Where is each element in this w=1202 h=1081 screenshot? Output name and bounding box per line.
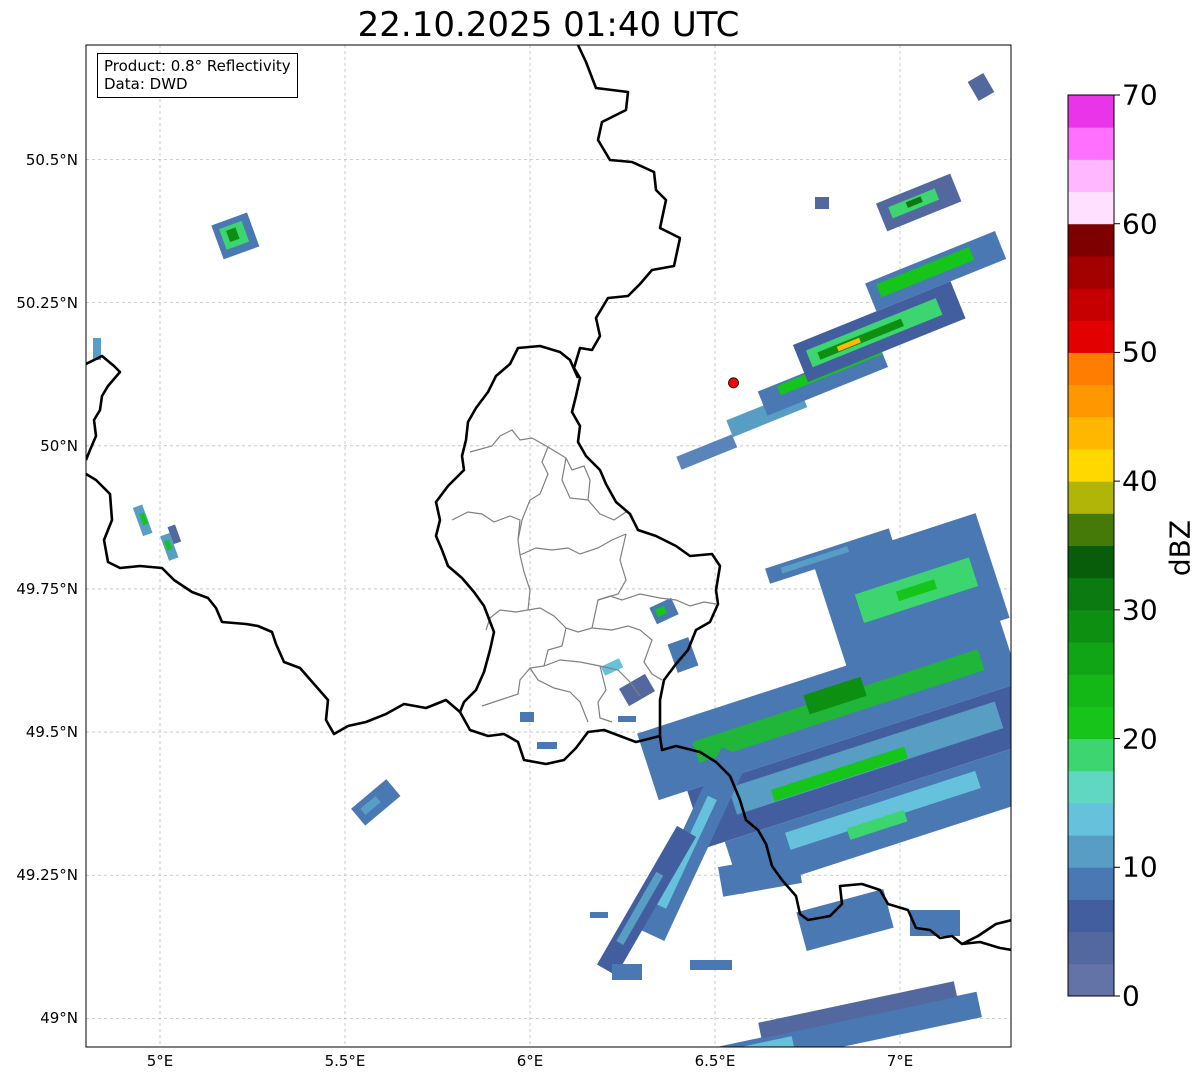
x-tick-label: 6°E	[516, 1052, 544, 1070]
colorbar-tick-label: 60	[1122, 207, 1158, 241]
x-tick-label: 5.5°E	[324, 1052, 366, 1070]
colorbar-segment	[1068, 835, 1114, 868]
colorbar-segment	[1068, 320, 1114, 353]
colorbar-segment	[1068, 545, 1114, 579]
x-tick-label: 5°E	[146, 1052, 174, 1070]
colorbar-tick-label: 0	[1122, 979, 1140, 1013]
colorbar-segment	[1068, 577, 1114, 611]
y-tick-label: 49.75°N	[16, 579, 78, 598]
colorbar-tick-label: 70	[1122, 78, 1158, 112]
y-tick-label: 50°N	[40, 436, 78, 455]
colorbar-segment	[1068, 95, 1114, 128]
colorbar	[1068, 94, 1120, 997]
colorbar-segment	[1068, 352, 1114, 386]
colorbar-segment	[1068, 191, 1114, 225]
y-tick-label: 49.25°N	[16, 866, 78, 885]
x-tick-label: 7°E	[886, 1052, 914, 1070]
colorbar-tick-label: 20	[1122, 722, 1158, 756]
colorbar-segment	[1068, 642, 1114, 675]
colorbar-segment	[1068, 127, 1114, 160]
colorbar-segment	[1068, 448, 1114, 482]
y-tick-label: 49°N	[40, 1009, 78, 1028]
radar-map	[85, 44, 1120, 1048]
x-tick-label: 6.5°E	[694, 1052, 736, 1070]
colorbar-segment	[1068, 674, 1114, 707]
colorbar-segment	[1068, 255, 1114, 289]
colorbar-segment	[1068, 384, 1114, 418]
colorbar-tick-label: 40	[1122, 464, 1158, 498]
colorbar-segment	[1068, 416, 1114, 450]
colorbar-segment	[1068, 802, 1114, 836]
y-tick-label: 49.5°N	[25, 723, 78, 742]
colorbar-segment	[1068, 931, 1114, 965]
colorbar-segment	[1068, 963, 1114, 997]
info-box: Product: 0.8° Reflectivity Data: DWD	[97, 53, 298, 98]
colorbar-tick-label: 50	[1122, 335, 1158, 369]
y-tick-label: 50.25°N	[16, 293, 78, 312]
colorbar-segment	[1068, 223, 1114, 257]
colorbar-label: dBZ	[1163, 519, 1197, 577]
y-tick-label: 50.5°N	[25, 150, 78, 169]
colorbar-segment	[1068, 706, 1114, 740]
reflectivity-echoes	[93, 72, 1011, 1047]
data-source-label: Data: DWD	[104, 75, 188, 93]
admin-boundaries	[451, 429, 717, 723]
colorbar-segment	[1068, 899, 1114, 933]
radar-site-marker	[728, 377, 739, 389]
colorbar-segment	[1068, 159, 1114, 193]
colorbar-tick-label: 10	[1122, 850, 1158, 884]
colorbar-segment	[1068, 867, 1114, 900]
product-label: Product: 0.8° Reflectivity	[104, 57, 291, 75]
colorbar-segment	[1068, 513, 1114, 546]
colorbar-segment	[1068, 738, 1114, 772]
colorbar-segment	[1068, 481, 1114, 514]
colorbar-segment	[1068, 609, 1114, 643]
colorbar-tick-label: 30	[1122, 593, 1158, 627]
colorbar-segment	[1068, 288, 1114, 321]
colorbar-segment	[1068, 770, 1114, 804]
